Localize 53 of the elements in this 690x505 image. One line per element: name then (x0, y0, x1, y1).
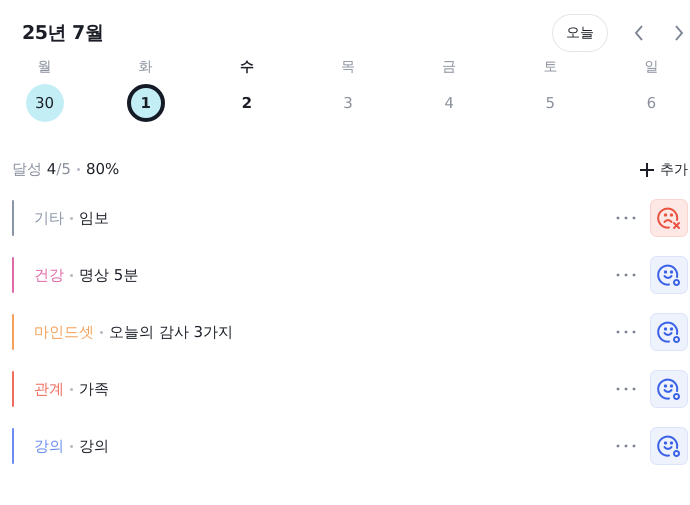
habit-category: 건강 (34, 266, 64, 284)
habit-category: 마인드셋 (34, 322, 94, 342)
status-button[interactable] (650, 313, 688, 351)
weekday-label: 월 (38, 58, 52, 77)
sad-face-icon (656, 205, 682, 231)
separator-dot (70, 216, 73, 220)
weekday-label: 화 (138, 58, 153, 77)
more-button[interactable] (616, 330, 636, 334)
date-button[interactable]: 2 (228, 84, 266, 122)
habit-category: 기타 (34, 208, 64, 228)
smile-face-icon (656, 319, 682, 345)
habit-name: 임보 (79, 208, 109, 228)
habit-name: 오늘의 감사 3가지 (109, 322, 234, 342)
today-button[interactable]: 오늘 (552, 14, 608, 52)
weekday-label: 일 (644, 58, 658, 77)
status-button[interactable] (650, 256, 688, 294)
smile-face-icon (656, 262, 682, 288)
add-button[interactable]: 추가 (640, 160, 688, 178)
habit-name: 가족 (79, 380, 109, 398)
smile-face-icon (656, 433, 682, 459)
chevron-right-icon (674, 25, 684, 41)
status-button[interactable] (650, 199, 688, 237)
status-button[interactable] (650, 370, 688, 408)
weekday-label: 금 (442, 58, 456, 77)
smile-face-icon (656, 376, 682, 402)
separator-dot (70, 274, 73, 276)
weekday-label: 목 (340, 58, 355, 77)
more-icon (616, 387, 636, 391)
month-title: 25년 7월 (22, 21, 104, 46)
plus-icon (640, 162, 654, 176)
more-icon (616, 273, 636, 277)
separator-dot (70, 444, 73, 448)
more-icon (616, 216, 636, 220)
habit-name: 강의 (79, 436, 109, 456)
achievement-summary: 달성 4/5 80% (12, 160, 120, 179)
date-button[interactable]: 1 (126, 84, 165, 122)
more-icon (616, 444, 636, 448)
more-button[interactable] (616, 216, 636, 220)
habit-category: 관계 (34, 380, 64, 398)
separator-dot (70, 388, 73, 390)
separator-dot (100, 330, 103, 334)
habit-category: 강의 (34, 436, 64, 456)
more-icon (616, 330, 636, 334)
chevron-left-icon (634, 25, 644, 41)
more-button[interactable] (616, 273, 636, 277)
separator-dot (76, 168, 80, 172)
more-button[interactable] (616, 387, 636, 391)
weekday-label: 토 (543, 58, 558, 77)
status-button[interactable] (650, 427, 688, 465)
more-button[interactable] (616, 444, 636, 448)
habit-name: 명상 5분 (79, 266, 138, 284)
weekday-label: 수 (240, 58, 254, 77)
date-button[interactable]: 30 (26, 84, 64, 122)
